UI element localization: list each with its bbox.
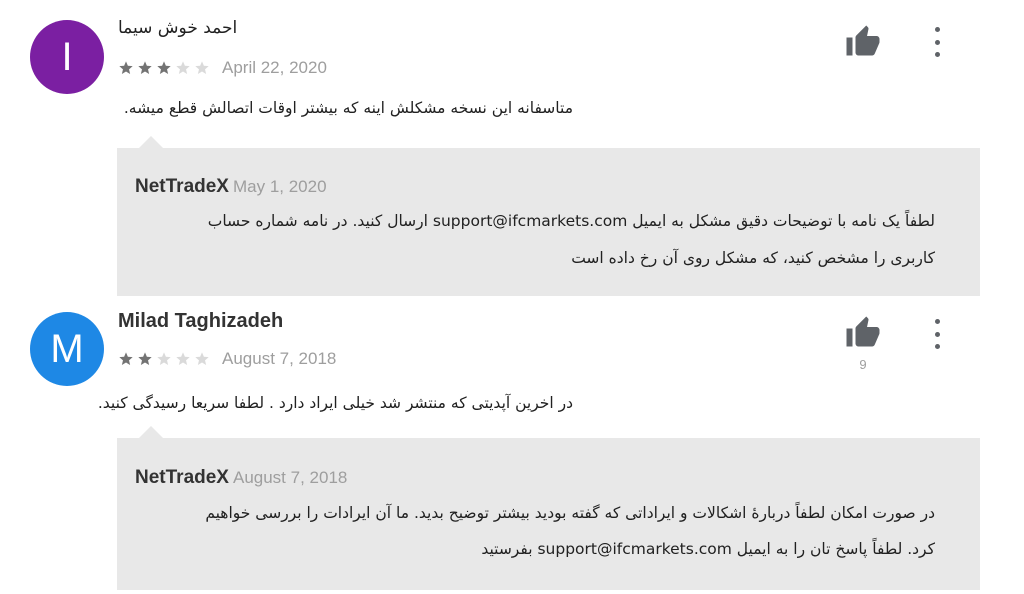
avatar: M	[30, 312, 104, 386]
star-empty-icon	[176, 61, 190, 74]
reply-text-line: کاربری را مشخص کنید، که مشکل روی آن رخ د…	[571, 249, 935, 267]
star-filled-icon	[119, 352, 133, 365]
review-date: April 22, 2020	[222, 58, 327, 77]
more-vert-icon[interactable]	[930, 27, 944, 57]
review-item: M Milad Taghizadeh August 7, 2018 در اخر…	[0, 300, 1024, 594]
avatar: I	[30, 20, 104, 94]
star-empty-icon	[176, 352, 190, 365]
star-filled-icon	[119, 61, 133, 74]
rating-row: April 22, 2020	[118, 58, 327, 78]
reply-text-line: کرد. لطفاً پاسخ تان را به ایمیل support@…	[481, 540, 935, 558]
review-author: Milad Taghizadeh	[118, 310, 284, 332]
review-text: متاسفانه این نسخه مشکلش اینه که بیشتر او…	[123, 99, 573, 117]
star-empty-icon	[195, 61, 209, 74]
rating-row: August 7, 2018	[118, 349, 336, 369]
more-vert-icon[interactable]	[930, 319, 944, 349]
developer-name: NetTradeX August 7, 2018	[135, 467, 348, 488]
star-empty-icon	[157, 352, 171, 365]
star-empty-icon	[195, 352, 209, 365]
review-date: August 7, 2018	[222, 349, 337, 368]
reply-pointer	[139, 426, 163, 438]
developer-reply: NetTradeX May 1, 2020 لطفاً یک نامه با تو…	[117, 148, 980, 296]
developer-name: NetTradeX May 1, 2020	[135, 176, 327, 197]
thumbs-up-icon[interactable]	[845, 315, 881, 351]
star-filled-icon	[138, 352, 152, 365]
developer-reply: NetTradeX August 7, 2018 در صورت امکان لط…	[117, 438, 980, 590]
reply-text-line: در صورت امکان لطفاً دربارهٔ اشکالات و ای…	[205, 504, 935, 522]
review-author: احمد خوش سیما	[118, 18, 238, 38]
reply-pointer	[139, 136, 163, 148]
star-filled-icon	[157, 61, 171, 74]
review-text: در اخرین آپدیتی که منتشر شد خیلی ایراد د…	[97, 394, 573, 412]
review-item: I احمد خوش سیما April 22, 2020 متاسفانه …	[0, 0, 1024, 300]
reply-text-line: لطفاً یک نامه با توضیحات دقیق مشکل به ای…	[207, 212, 935, 230]
star-rating	[118, 351, 210, 367]
reply-date: August 7, 2018	[232, 468, 348, 487]
star-rating	[118, 60, 210, 76]
star-filled-icon	[138, 61, 152, 74]
reply-date: May 1, 2020	[232, 177, 327, 196]
helpful-count: 9	[859, 357, 867, 372]
thumbs-up-icon[interactable]	[845, 24, 881, 60]
